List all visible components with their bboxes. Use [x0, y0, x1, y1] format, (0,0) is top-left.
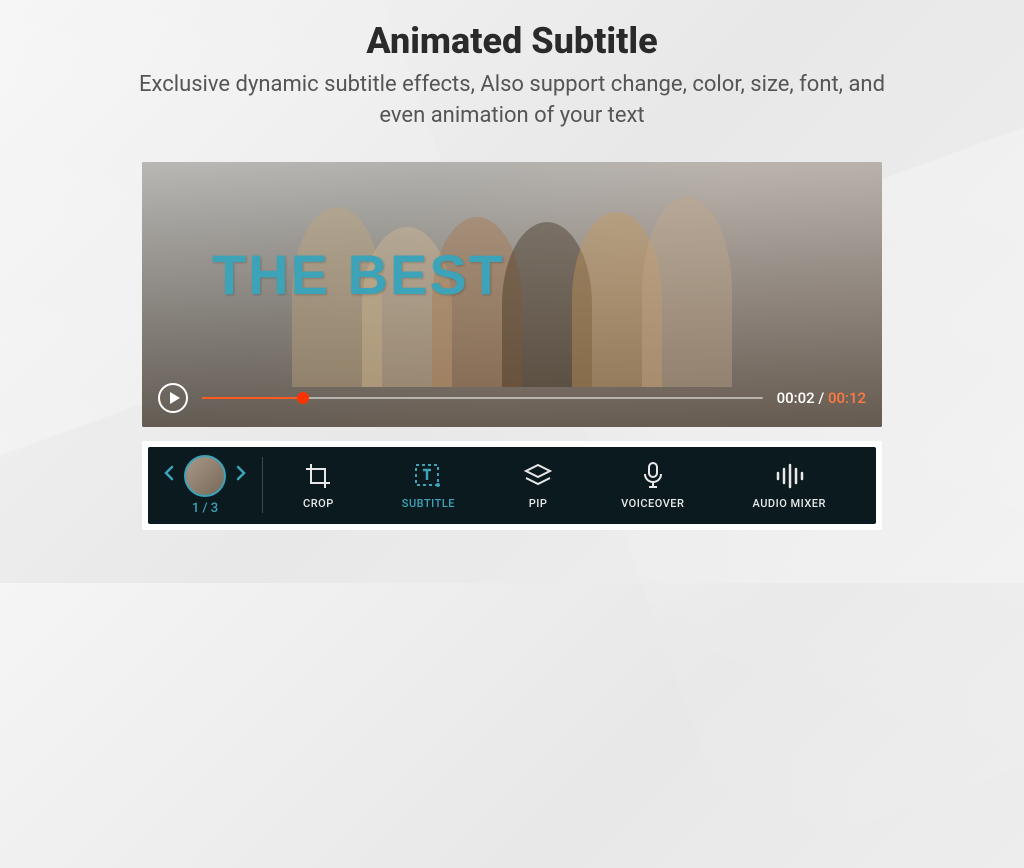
tool-label: VOICEOVER — [621, 497, 684, 510]
video-player[interactable]: THE BEST 00:02 / 00:12 — [142, 162, 882, 427]
tool-subtitle[interactable]: SUBTITLE — [394, 459, 463, 512]
seek-bar[interactable] — [202, 397, 763, 399]
seek-handle[interactable] — [297, 392, 309, 404]
tool-pip[interactable]: PIP — [515, 459, 561, 512]
total-time: 00:12 — [828, 389, 866, 407]
player-controls: 00:02 / 00:12 — [158, 383, 866, 413]
current-time: 00:02 — [777, 389, 815, 407]
tool-crop[interactable]: CROP — [295, 459, 342, 512]
tools-row: CROP SUBTITLE — [269, 459, 860, 512]
tool-label: PIP — [529, 497, 548, 510]
next-clip-button[interactable] — [236, 465, 246, 486]
play-button[interactable] — [158, 383, 188, 413]
chevron-left-icon — [164, 465, 174, 481]
mic-icon — [638, 461, 668, 491]
equalizer-icon — [774, 461, 804, 491]
tool-label: CROP — [303, 497, 334, 510]
animated-subtitle-overlay: THE BEST — [212, 242, 505, 307]
tool-audio-mixer[interactable]: AUDIO MIXER — [745, 459, 834, 512]
seek-progress — [202, 397, 303, 399]
layers-icon — [523, 461, 553, 491]
tool-label: AUDIO MIXER — [753, 497, 826, 510]
page-subtitle: Exclusive dynamic subtitle effects, Also… — [122, 70, 902, 132]
tool-voiceover[interactable]: VOICEOVER — [613, 459, 692, 512]
page-title: Animated Subtitle — [366, 20, 657, 62]
clip-thumbnail[interactable] — [184, 455, 226, 497]
time-display: 00:02 / 00:12 — [777, 389, 866, 407]
crop-icon — [303, 461, 333, 491]
tool-label: SUBTITLE — [402, 497, 455, 510]
clip-navigator: 1 / 3 — [164, 455, 262, 516]
prev-clip-button[interactable] — [164, 465, 174, 486]
play-icon — [170, 392, 180, 404]
chevron-right-icon — [236, 465, 246, 481]
toolbar-divider — [262, 457, 263, 513]
clip-counter: 1 / 3 — [192, 501, 218, 516]
subtitle-icon — [413, 461, 443, 491]
toolbar: 1 / 3 CROP — [142, 441, 882, 530]
